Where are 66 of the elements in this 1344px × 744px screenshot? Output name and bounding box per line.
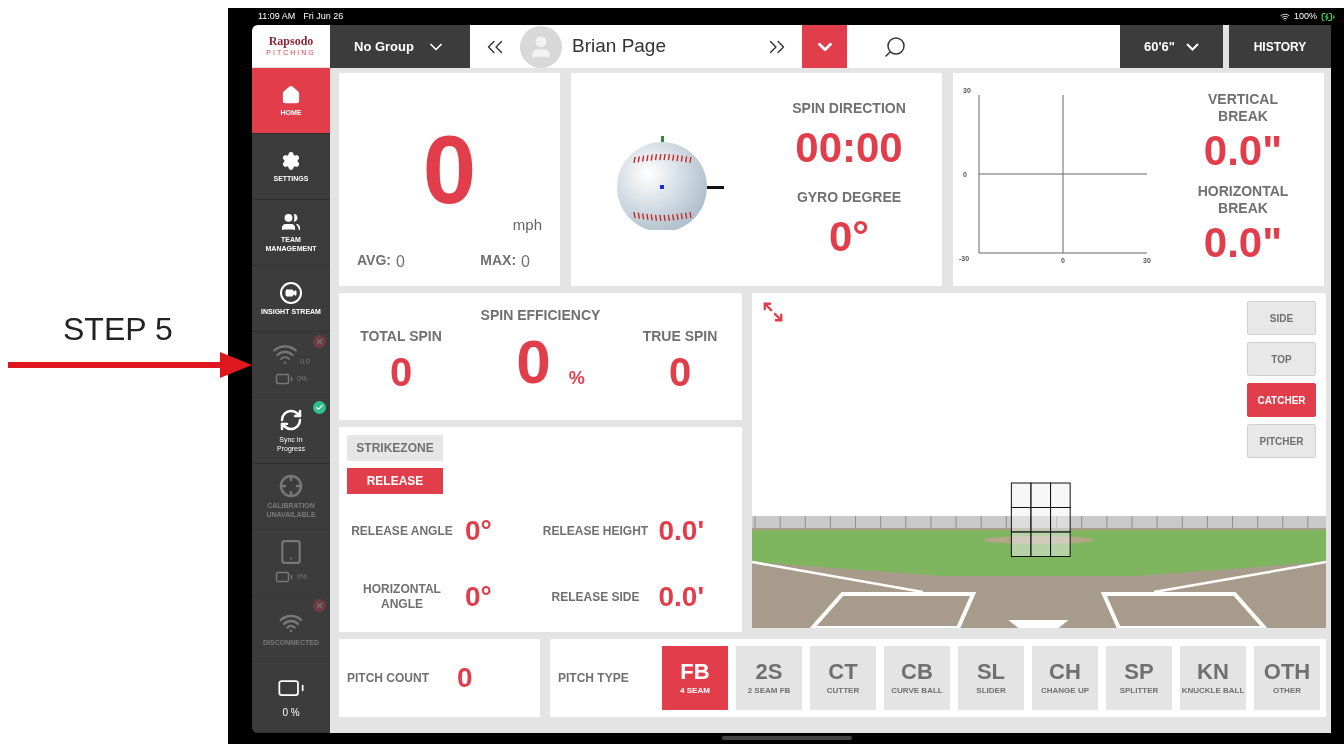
total-spin-value: 0 — [389, 349, 413, 396]
view-tab[interactable]: RELEASE — [347, 468, 443, 494]
release-metric-value: 0.0' — [658, 580, 705, 614]
step-label: STEP 5 — [63, 310, 173, 349]
status-date: Fri Jun 26 — [303, 9, 344, 23]
avg-value: 0 — [395, 252, 405, 272]
camera-view-button[interactable]: SIDE — [1247, 301, 1316, 335]
release-metric-value: 0° — [465, 514, 492, 548]
team-icon — [281, 212, 301, 232]
search-icon — [883, 34, 907, 59]
pitch-type-button[interactable]: 2S 2 SEAM FB — [736, 646, 802, 710]
camera-view-button[interactable]: CATCHER — [1247, 383, 1316, 417]
pitch-type-button[interactable]: SP SPLITTER — [1106, 646, 1172, 710]
true-spin-value: 0 — [668, 349, 692, 396]
horizontal-break-label: HORIZONTAL BREAK — [1196, 182, 1290, 217]
status-time: 11:09 AM — [258, 9, 296, 23]
camera-view-button[interactable]: PITCHER — [1247, 424, 1316, 458]
pitch-type-button[interactable]: SL SLIDER — [958, 646, 1024, 710]
vertical-break-value: 0.0" — [1203, 125, 1283, 176]
wifi-icon — [1279, 11, 1290, 22]
history-button[interactable]: HISTORY — [1229, 25, 1331, 68]
gyro-degree-value: 0° — [828, 211, 870, 262]
expand-icon — [762, 301, 784, 323]
release-metric-label: RELEASE SIDE — [550, 589, 641, 605]
crosshair-icon — [279, 474, 303, 498]
pitch-type-button[interactable]: FB 4 SEAM — [662, 646, 728, 710]
gyro-degree-label: GYRO DEGREE — [796, 187, 902, 207]
pitch-type-button[interactable]: CT CUTTER — [810, 646, 876, 710]
avg-label: AVG: — [357, 251, 391, 270]
release-metric-label: RELEASE ANGLE — [350, 523, 454, 539]
release-metric-value: 0° — [465, 580, 492, 614]
pitch-type-button[interactable]: CB CURVE BALL — [884, 646, 950, 710]
pitch-count-label: PITCH COUNT — [347, 670, 429, 687]
release-metric-value: 0.0' — [658, 514, 705, 548]
status-battery-text: 100% — [1293, 9, 1317, 23]
pitch-type-label: PITCH TYPE — [558, 670, 630, 687]
pitch-type-button[interactable]: OTH OTHER — [1254, 646, 1320, 710]
pitch-count-value: 0 — [457, 661, 473, 695]
group-dropdown[interactable]: No Group — [330, 25, 470, 68]
device-icon — [278, 539, 304, 565]
horizontal-break-value: 0.0" — [1203, 217, 1283, 268]
spin-efficiency-title: SPIN EFFICIENCY — [480, 306, 601, 325]
release-metric-label: RELEASE HEIGHT — [541, 523, 650, 539]
percent-unit: % — [568, 367, 585, 390]
speed-unit: mph — [512, 214, 542, 235]
camera-view-button[interactable]: TOP — [1247, 342, 1316, 376]
view-tab[interactable]: STRIKEZONE — [347, 435, 443, 461]
release-metric-label: HORIZONTAL ANGLE — [362, 582, 442, 612]
spin-direction-label: SPIN DIRECTION — [792, 98, 906, 118]
pitch-type-button[interactable]: CH CHANGE UP — [1032, 646, 1098, 710]
chevron-down-icon — [1186, 42, 1199, 51]
spin-direction-value: 00:00 — [795, 122, 903, 173]
pitch-type-button[interactable]: KN KNUCKLE BALL — [1180, 646, 1246, 710]
sync-icon — [279, 408, 303, 432]
video-camera-icon — [280, 281, 302, 304]
total-spin-label: TOTAL SPIN — [360, 327, 442, 346]
max-value: 0 — [521, 252, 530, 272]
home-icon — [281, 84, 301, 105]
distance-dropdown[interactable]: 60'6" — [1120, 25, 1223, 68]
true-spin-label: TRUE SPIN — [642, 327, 718, 346]
max-label: MAX: — [480, 251, 517, 270]
spin-efficiency-value: 0 — [516, 326, 551, 398]
settings-icon — [281, 150, 301, 171]
speed-value: 0 — [422, 120, 477, 220]
vertical-break-label: VERTICAL BREAK — [1207, 90, 1279, 125]
player-name: Brian Page — [572, 34, 667, 59]
